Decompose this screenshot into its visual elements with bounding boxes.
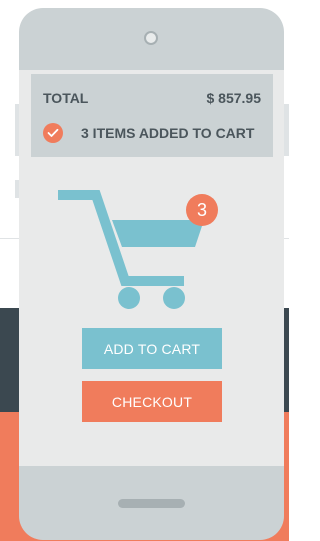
cart-count-badge: 3 [186, 194, 218, 226]
cart-illustration: 3 [56, 181, 226, 313]
add-to-cart-button[interactable]: ADD TO CART [82, 328, 222, 369]
check-icon [43, 123, 63, 143]
home-button[interactable] [118, 499, 185, 508]
total-label: TOTAL [43, 90, 89, 106]
total-row: TOTAL $ 857.95 [43, 90, 261, 106]
camera-icon [144, 31, 158, 45]
checkout-button[interactable]: CHECKOUT [82, 381, 222, 422]
added-status-row: 3 ITEMS ADDED TO CART [43, 123, 261, 143]
cart-summary-panel: TOTAL $ 857.95 3 ITEMS ADDED TO CART [31, 74, 273, 157]
total-value: $ 857.95 [206, 90, 262, 106]
added-status-text: 3 ITEMS ADDED TO CART [81, 125, 255, 141]
phone-screen: TOTAL $ 857.95 3 ITEMS ADDED TO CART 3 A… [19, 70, 284, 466]
phone-mockup: TOTAL $ 857.95 3 ITEMS ADDED TO CART 3 A… [19, 8, 284, 540]
